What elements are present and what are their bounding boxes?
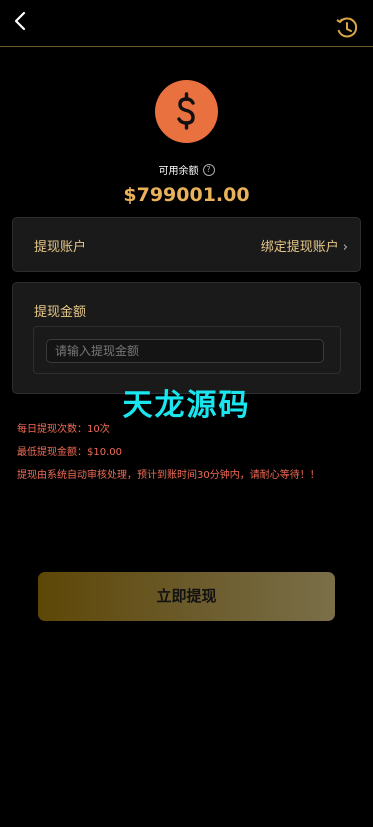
- balance-label: 可用余额: [158, 166, 199, 177]
- note-processing: 提现由系统自动审核处理，预计到账时间30分钟内，请耐心等待！！: [17, 470, 320, 481]
- submit-withdraw-button[interactable]: 立即提现: [38, 572, 335, 621]
- chevron-left-icon: [14, 11, 26, 31]
- header-bar: [0, 0, 373, 47]
- help-icon[interactable]: ?: [202, 163, 215, 176]
- withdraw-notes: 每日提现次数：10次 最低提现金额：$10.00 提现由系统自动审核处理，预计到…: [17, 418, 365, 487]
- clock-history-icon: [336, 17, 358, 38]
- amount-input[interactable]: [46, 339, 324, 363]
- history-button[interactable]: [335, 16, 359, 40]
- balance-value: $799001.00: [123, 184, 250, 206]
- withdraw-amount-card: 提现金额: [12, 282, 361, 394]
- note-daily-limit: 每日提现次数：10次: [17, 424, 110, 435]
- withdraw-amount-label: 提现金额: [34, 305, 87, 320]
- chevron-right-icon: ›: [342, 240, 348, 255]
- bind-account-link[interactable]: 绑定提现账户 ›: [261, 236, 348, 255]
- withdraw-account-card[interactable]: 提现账户 绑定提现账户 ›: [12, 217, 361, 272]
- withdraw-account-label: 提现账户: [34, 240, 87, 255]
- back-button[interactable]: [10, 9, 32, 33]
- bind-account-label: 绑定提现账户: [260, 240, 339, 255]
- dollar-coin-icon: [155, 80, 218, 143]
- balance-label-row: 可用余额?: [0, 162, 373, 177]
- note-min-amount: 最低提现金额：$10.00: [17, 447, 122, 458]
- amount-input-frame: [33, 326, 341, 374]
